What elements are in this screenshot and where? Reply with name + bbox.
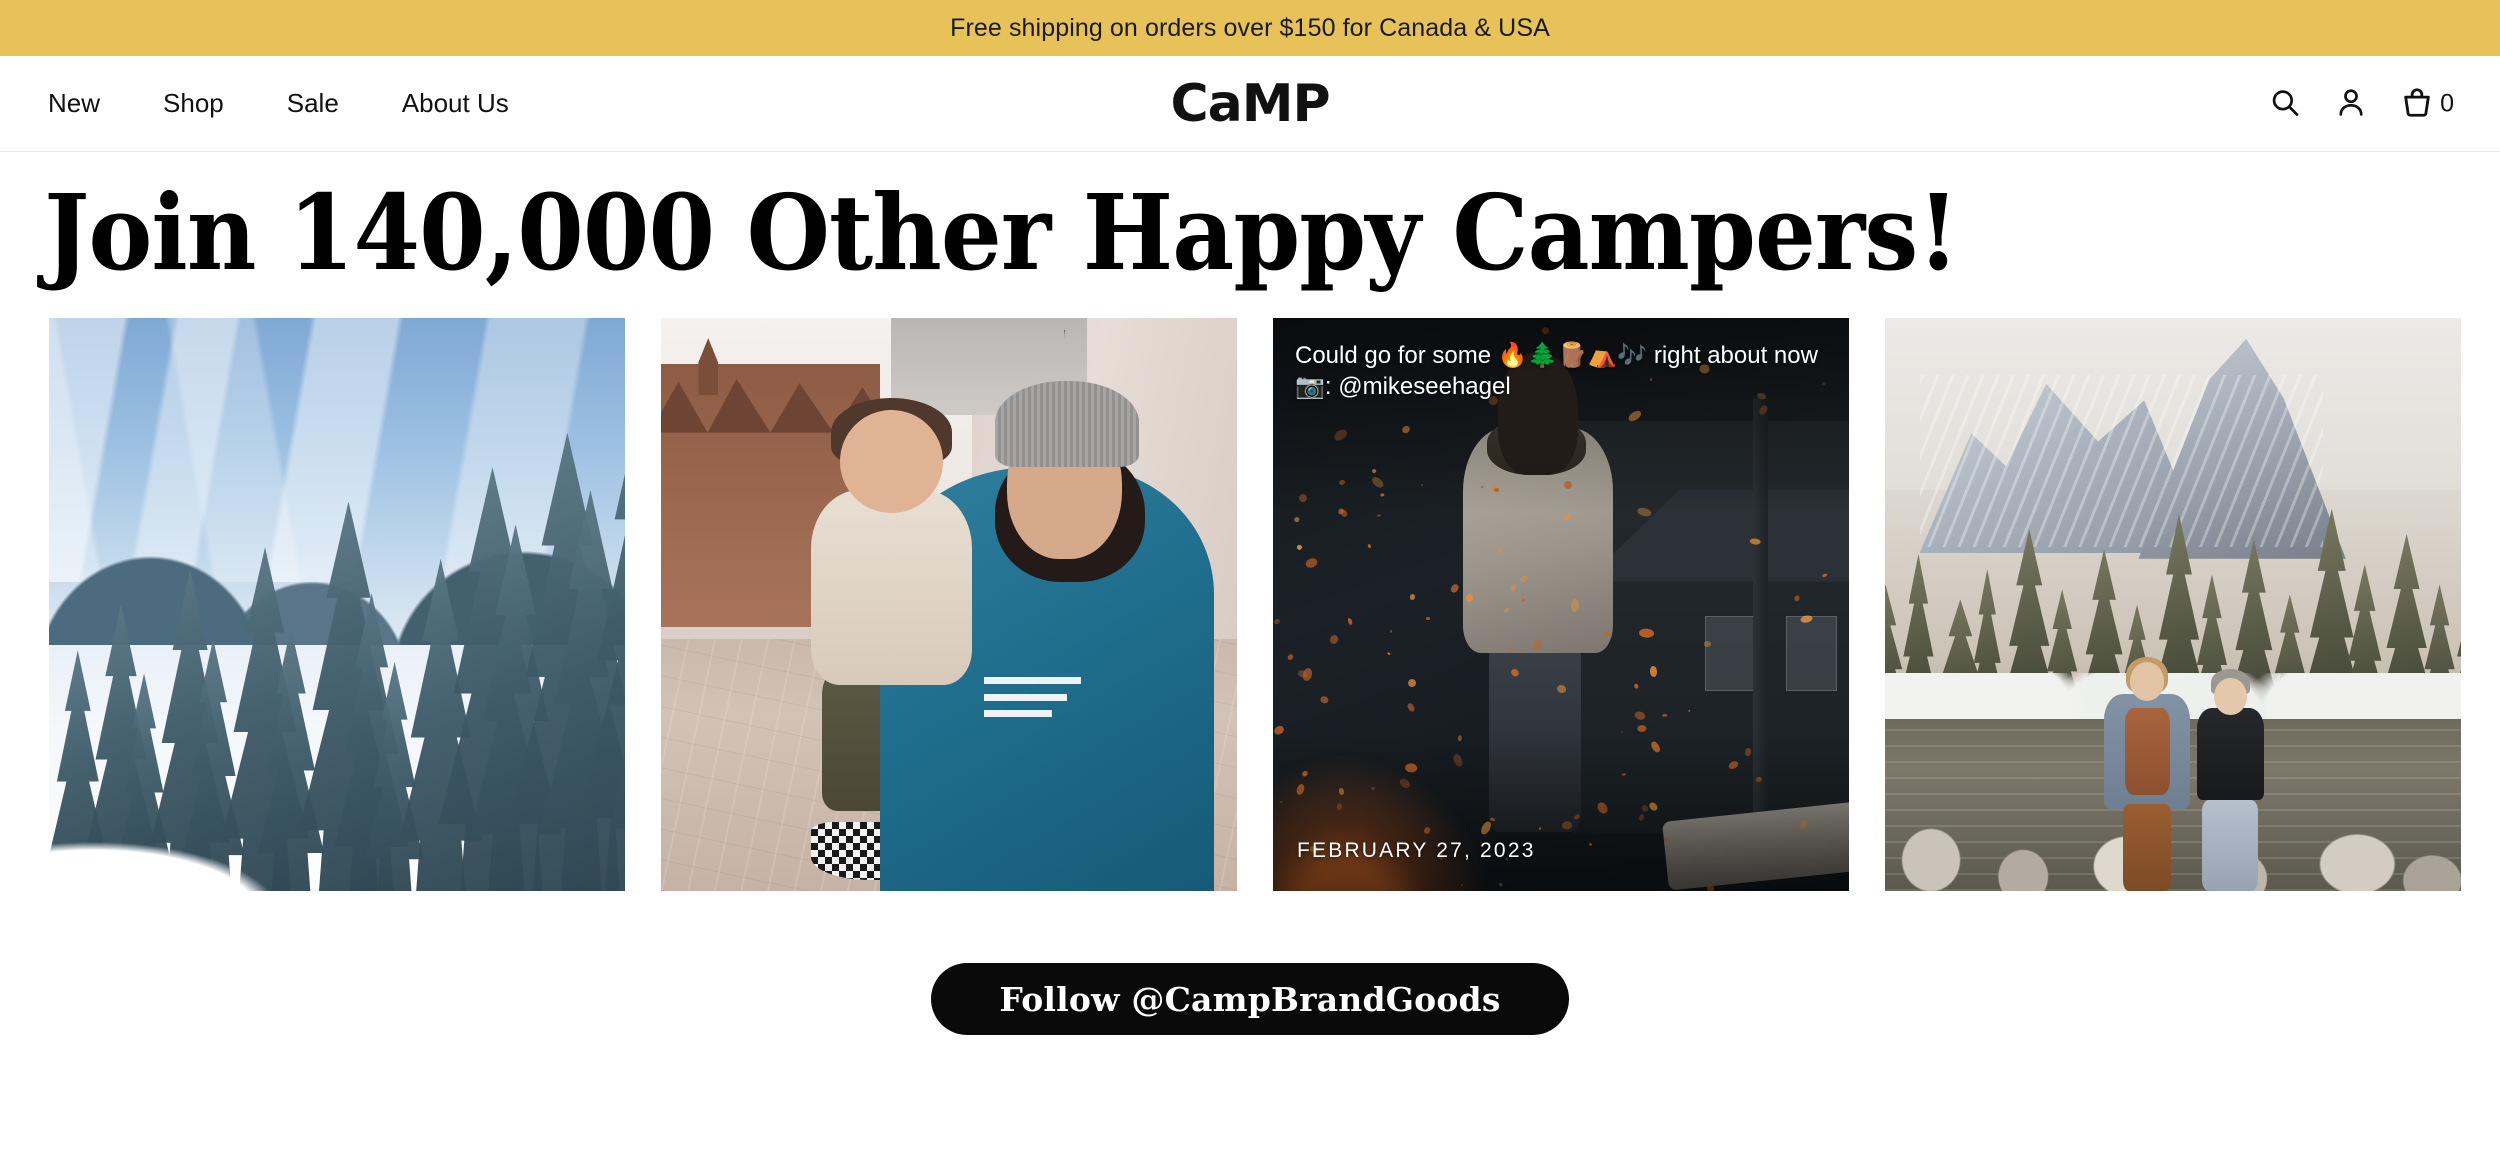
announcement-text: Free shipping on orders over $150 for Ca… [950, 13, 1550, 42]
page-title: Join 140,000 Other Happy Campers! [44, 171, 1959, 294]
bottom-gradient-overlay [1273, 730, 1849, 892]
tree-layer [49, 318, 625, 892]
post-date: FEBRUARY 27, 2023 [1297, 839, 1536, 863]
child-sweater [810, 489, 973, 685]
gallery-item-dad-and-child[interactable] [661, 318, 1237, 892]
search-icon [2268, 85, 2302, 122]
gallery-item-winter-lake[interactable] [49, 318, 625, 892]
post-caption: Could go for some 🔥🌲🪵⛺🎶 right about now … [1295, 342, 1818, 401]
snowbank [49, 810, 280, 892]
person-left [2103, 657, 2191, 892]
child-face [839, 409, 944, 513]
main-navigation: New Shop Sale About Us [0, 78, 509, 129]
gallery-item-mountain-river[interactable] [1885, 318, 2461, 892]
account-icon [2334, 85, 2368, 122]
instagram-feed-section: Join 140,000 Other Happy Campers! Could … [0, 152, 2500, 1036]
cart-button[interactable]: 0 [2400, 85, 2454, 122]
light-jeans [2201, 799, 2258, 892]
cabin-window-right [1785, 616, 1838, 691]
nav-link-sale[interactable]: Sale [287, 78, 339, 129]
mountain-river-photo [1885, 318, 2461, 892]
face-right [2214, 677, 2247, 715]
cart-icon [2400, 85, 2434, 122]
follow-button[interactable]: Follow @CampBrandGoods [931, 963, 1569, 1036]
sweatshirt-logo [983, 661, 1082, 766]
nav-link-new[interactable]: New [48, 78, 100, 129]
campfire-photo [1273, 318, 1849, 892]
gallery-item-campfire-sparks[interactable]: Could go for some 🔥🌲🪵⛺🎶 right about now … [1273, 318, 1849, 892]
nav-link-about-us[interactable]: About Us [402, 78, 509, 129]
follow-row: Follow @CampBrandGoods [0, 963, 2500, 1036]
nav-link-shop[interactable]: Shop [163, 78, 224, 129]
face-left [2129, 661, 2165, 701]
header-actions: 0 [2268, 85, 2454, 122]
cart-count: 0 [2440, 89, 2454, 117]
site-header: New Shop Sale About Us CaMP 0 [0, 56, 2500, 152]
announcement-bar: Free shipping on orders over $150 for Ca… [0, 0, 2500, 56]
black-top [2196, 708, 2265, 800]
happy-camper-tee [2124, 707, 2170, 795]
brand-logo[interactable]: CaMP [1170, 78, 1330, 130]
person-right [2190, 668, 2271, 892]
rust-pants [2122, 803, 2172, 892]
instagram-gallery: Could go for some 🔥🌲🪵⛺🎶 right about now … [0, 318, 2500, 892]
account-button[interactable] [2334, 85, 2368, 122]
dad-and-child-photo [661, 318, 1237, 892]
search-button[interactable] [2268, 85, 2302, 122]
winter-lake-photo [49, 318, 625, 892]
grey-beanie [995, 381, 1140, 468]
